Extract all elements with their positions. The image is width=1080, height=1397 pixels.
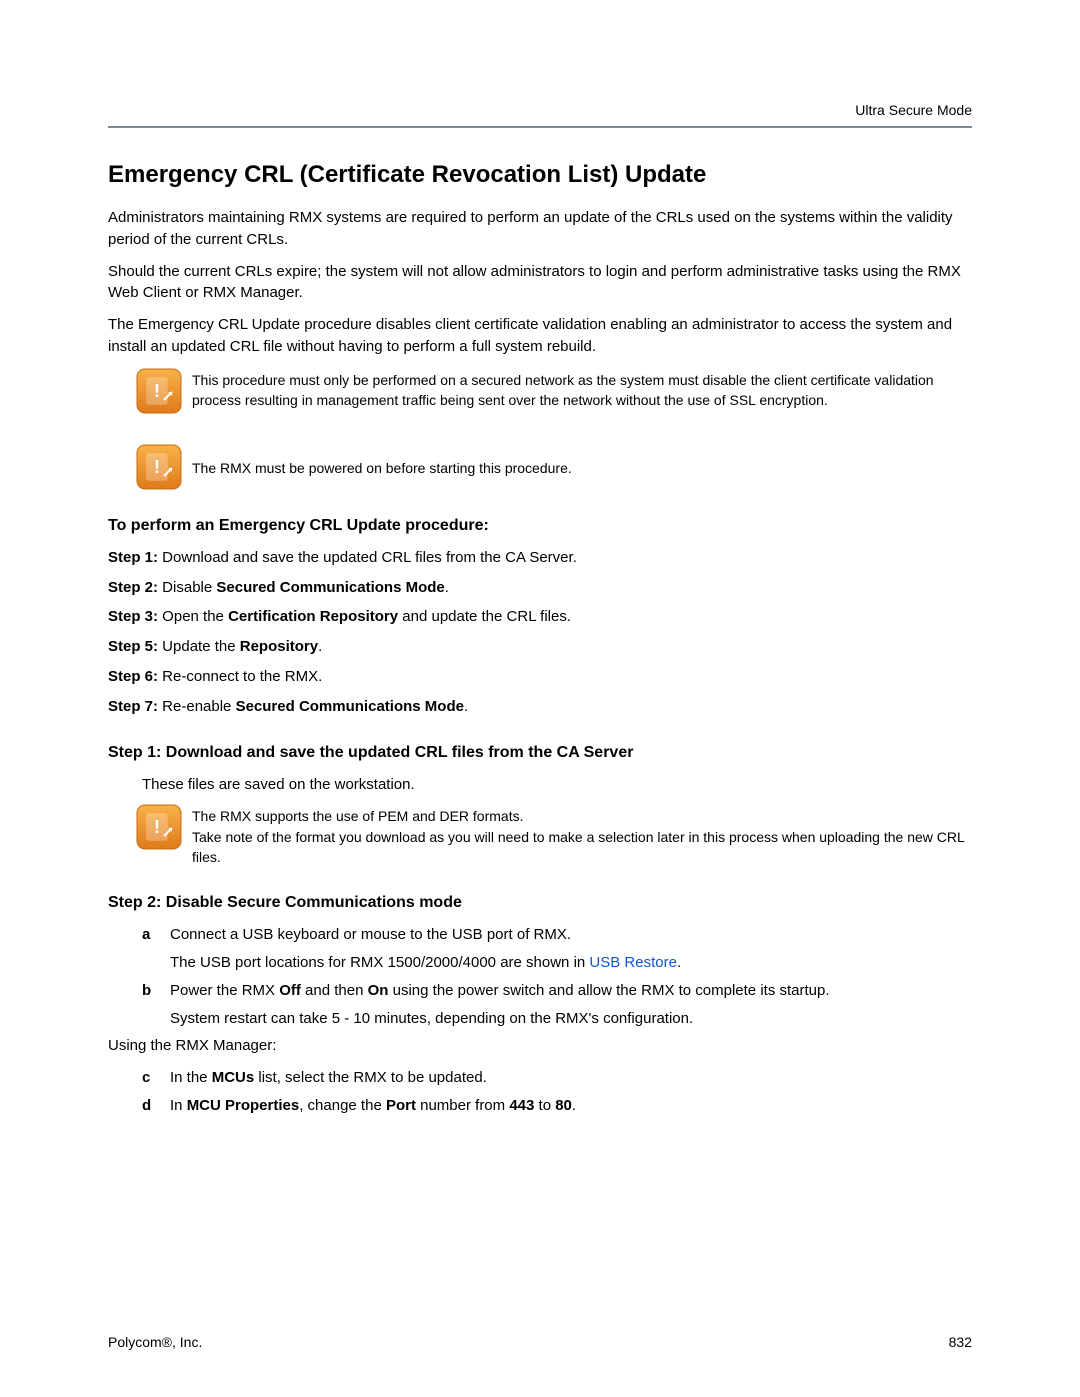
substep-text: Connect a USB keyboard or mouse to the U…: [170, 924, 972, 946]
header-rule: [108, 126, 972, 128]
step-item: Step 2: Disable Secured Communications M…: [108, 577, 972, 599]
page-title: Emergency CRL (Certificate Revocation Li…: [108, 158, 972, 193]
footer-company: Polycom®, Inc.: [108, 1332, 202, 1352]
substep-c: c In the MCUs list, select the RMX to be…: [142, 1067, 972, 1089]
page-footer: Polycom®, Inc. 832: [108, 1332, 972, 1352]
intro-paragraph: Should the current CRLs expire; the syst…: [108, 261, 972, 305]
step-label: Step 5:: [108, 638, 158, 655]
warning-icon: !: [136, 444, 182, 490]
step-text: Download and save the updated CRL files …: [158, 549, 577, 566]
substep-a-continuation: The USB port locations for RMX 1500/2000…: [170, 952, 972, 974]
svg-text:!: !: [154, 457, 160, 477]
substep-letter: d: [142, 1095, 170, 1117]
substep-text: In the MCUs list, select the RMX to be u…: [170, 1067, 972, 1089]
intro-paragraph: The Emergency CRL Update procedure disab…: [108, 314, 972, 358]
substep-text: Power the RMX Off and then On using the …: [170, 980, 972, 1002]
step-label: Step 3:: [108, 608, 158, 625]
substep-text: In MCU Properties, change the Port numbe…: [170, 1095, 972, 1117]
page-header-right: Ultra Secure Mode: [108, 100, 972, 120]
substep-letter: a: [142, 924, 170, 946]
step-item: Step 6: Re-connect to the RMX.: [108, 666, 972, 688]
svg-text:!: !: [154, 381, 160, 401]
substep-b: b Power the RMX Off and then On using th…: [142, 980, 972, 1002]
step1-heading: Step 1: Download and save the updated CR…: [108, 741, 972, 764]
warning-note: ! This procedure must only be performed …: [108, 368, 972, 414]
using-manager-text: Using the RMX Manager:: [108, 1035, 972, 1057]
step-item: Step 3: Open the Certification Repositor…: [108, 606, 972, 628]
substep-a: a Connect a USB keyboard or mouse to the…: [142, 924, 972, 946]
step1-detail: These files are saved on the workstation…: [142, 774, 972, 796]
substep-d: d In MCU Properties, change the Port num…: [142, 1095, 972, 1117]
step-item: Step 5: Update the Repository.: [108, 636, 972, 658]
step-text: Re-connect to the RMX.: [158, 668, 322, 685]
procedure-heading: To perform an Emergency CRL Update proce…: [108, 514, 972, 537]
step-label: Step 7:: [108, 698, 158, 715]
usb-restore-link[interactable]: USB Restore: [589, 954, 677, 971]
step-label: Step 1:: [108, 549, 158, 566]
warning-note: ! The RMX must be powered on before star…: [108, 444, 972, 490]
step-label: Step 6:: [108, 668, 158, 685]
substep-letter: b: [142, 980, 170, 1002]
svg-text:!: !: [154, 817, 160, 837]
step-item: Step 1: Download and save the updated CR…: [108, 547, 972, 569]
substep-letter: c: [142, 1067, 170, 1089]
warning-note: ! The RMX supports the use of PEM and DE…: [108, 804, 972, 867]
step2-heading: Step 2: Disable Secure Communications mo…: [108, 891, 972, 914]
document-page: Ultra Secure Mode Emergency CRL (Certifi…: [0, 0, 1080, 1397]
warning-icon: !: [136, 804, 182, 850]
footer-page-number: 832: [949, 1332, 972, 1352]
substep-b-continuation: System restart can take 5 - 10 minutes, …: [170, 1008, 972, 1030]
step-label: Step 2:: [108, 579, 158, 596]
intro-paragraph: Administrators maintaining RMX systems a…: [108, 207, 972, 251]
warning-text: This procedure must only be performed on…: [192, 368, 972, 411]
warning-icon: !: [136, 368, 182, 414]
warning-text: The RMX supports the use of PEM and DER …: [192, 804, 972, 867]
step-item: Step 7: Re-enable Secured Communications…: [108, 696, 972, 718]
warning-text: The RMX must be powered on before starti…: [192, 444, 572, 478]
